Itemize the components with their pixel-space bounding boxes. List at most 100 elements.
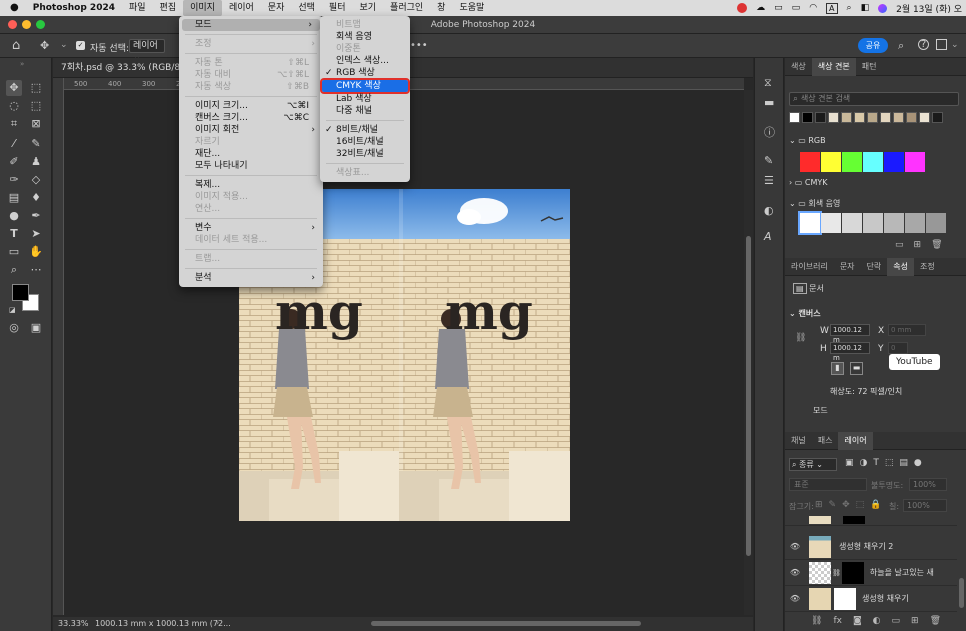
move-tool-icon[interactable]: ✥ bbox=[6, 80, 22, 96]
tab-character[interactable]: 문자 bbox=[834, 258, 861, 276]
menu-view[interactable]: 보기 bbox=[352, 0, 383, 16]
path-selection-tool-icon[interactable]: ➤ bbox=[28, 226, 44, 242]
color-swatch[interactable] bbox=[828, 112, 839, 123]
mode-menu-item[interactable]: 회색 음영 bbox=[320, 31, 410, 43]
layer-row-partial[interactable] bbox=[785, 514, 957, 526]
tab-libraries[interactable]: 라이브러리 bbox=[785, 258, 834, 276]
clock[interactable]: 2월 13일 (화) 오 bbox=[896, 2, 962, 15]
color-swatch[interactable] bbox=[821, 213, 841, 233]
lock-position-icon[interactable]: ✥ bbox=[842, 500, 850, 510]
swatch-group-rgb[interactable]: ⌄ ▭ RGB bbox=[789, 136, 826, 145]
image-menu-item[interactable]: 자동 톤 ⇧⌘L bbox=[179, 57, 323, 69]
shape-filter-icon[interactable]: ⬚ bbox=[885, 458, 894, 468]
color-swatch[interactable] bbox=[841, 112, 852, 123]
tab-paragraph[interactable]: 단락 bbox=[861, 258, 888, 276]
zoom-level[interactable]: 33.33% bbox=[58, 619, 89, 628]
mode-menu-item[interactable]: Lab 색상 bbox=[320, 93, 410, 105]
creative-cloud-icon[interactable]: ☁ bbox=[756, 3, 765, 13]
lock-artboard-icon[interactable]: ⬚ bbox=[856, 500, 865, 510]
battery-icon[interactable]: ▭ bbox=[792, 3, 801, 13]
image-menu-item[interactable]: 이미지 회전 › bbox=[179, 124, 323, 136]
glyphs-panel-icon[interactable]: A bbox=[764, 230, 772, 243]
object-select-tool-icon[interactable]: ⬚ bbox=[28, 98, 44, 114]
tab-layers[interactable]: 레이어 bbox=[838, 431, 873, 450]
control-center-icon[interactable]: ◧ bbox=[861, 3, 870, 13]
lock-transparent-icon[interactable]: ⊞ bbox=[815, 500, 823, 510]
color-swatch[interactable] bbox=[842, 152, 862, 172]
height-field[interactable]: 1000.12 m bbox=[830, 342, 870, 362]
screen-icon[interactable]: ▭ bbox=[774, 3, 783, 13]
eyedropper-tool-icon[interactable]: ⁄ bbox=[6, 136, 22, 152]
input-source[interactable]: A bbox=[826, 2, 838, 14]
mode-menu-item[interactable]: 이중톤 bbox=[320, 43, 410, 55]
menu-type[interactable]: 문자 bbox=[261, 0, 292, 16]
image-menu-item[interactable]: 데이터 세트 적용... bbox=[179, 234, 323, 246]
document-info-chevron-icon[interactable]: › bbox=[216, 618, 219, 627]
paths-panel-icon[interactable]: ◐ bbox=[764, 204, 774, 217]
swatch-group-cmyk[interactable]: › ▭ CMYK bbox=[789, 178, 827, 187]
new-layer-icon[interactable]: ⊞ bbox=[911, 616, 919, 626]
menu-app[interactable]: Photoshop 2024 bbox=[26, 0, 122, 16]
smart-object-filter-icon[interactable]: ▤ bbox=[899, 458, 908, 468]
layer-kind-filter[interactable]: ⌕ 종류 ⌄ bbox=[789, 458, 837, 471]
close-window-button[interactable] bbox=[8, 20, 17, 29]
image-menu-item[interactable]: 모두 나타내기 bbox=[179, 160, 323, 172]
blur-tool-icon[interactable]: ♦ bbox=[28, 190, 44, 206]
horizontal-scrollbar[interactable] bbox=[371, 621, 641, 626]
scroll-thumb[interactable] bbox=[746, 236, 751, 556]
image-menu-item[interactable]: 모드 › bbox=[182, 19, 320, 31]
eye-icon[interactable]: 👁 bbox=[785, 594, 805, 603]
marquee-tool-icon[interactable]: ⬚ bbox=[28, 80, 44, 96]
mode-menu-item[interactable]: 인덱스 색상... bbox=[320, 55, 410, 67]
type-tool-icon[interactable]: T bbox=[6, 226, 22, 242]
adjustments-panel-icon[interactable]: ☰ bbox=[764, 174, 774, 187]
blend-mode-dropdown[interactable]: 표준 bbox=[789, 478, 867, 491]
y-field[interactable]: 0 mm bbox=[888, 342, 908, 354]
history-panel-icon[interactable]: ⧖ bbox=[764, 76, 772, 90]
color-swatch[interactable] bbox=[863, 213, 883, 233]
menu-filter[interactable]: 필터 bbox=[322, 0, 353, 16]
color-swatch[interactable] bbox=[842, 213, 862, 233]
color-swatch[interactable] bbox=[884, 213, 904, 233]
auto-select-target-dropdown[interactable]: 레이어 ⌄ bbox=[129, 39, 165, 63]
more-options-button[interactable]: ••• bbox=[410, 40, 428, 51]
default-colors-icon[interactable]: ◪ bbox=[9, 306, 16, 314]
eye-icon[interactable]: 👁 bbox=[785, 568, 805, 577]
color-swatch[interactable] bbox=[893, 112, 904, 123]
layer-row[interactable]: 👁 ⛓ 하늘을 날고있는 새 bbox=[785, 560, 957, 586]
tab-color[interactable]: 색상 bbox=[785, 58, 812, 76]
trash-icon[interactable]: 🗑 bbox=[931, 240, 942, 250]
home-icon[interactable]: ⌂ bbox=[12, 38, 20, 53]
image-menu-item[interactable]: 자동 대비 ⌥⇧⌘L bbox=[179, 69, 323, 81]
clone-stamp-tool-icon[interactable]: ♟ bbox=[28, 154, 44, 170]
search-icon[interactable]: ⌕ bbox=[898, 39, 904, 53]
menu-layer[interactable]: 레이어 bbox=[222, 0, 261, 16]
color-swatch[interactable] bbox=[867, 112, 878, 123]
record-icon[interactable] bbox=[737, 3, 748, 13]
image-menu-item[interactable]: 분석 › bbox=[179, 272, 323, 284]
crop-tool-icon[interactable]: ⌗ bbox=[6, 116, 22, 132]
tool-preset-chevron-icon[interactable]: ⌄ bbox=[60, 40, 68, 50]
layer-name[interactable]: 생성형 채우기 2 bbox=[839, 541, 893, 552]
menu-image[interactable]: 이미지 bbox=[183, 0, 222, 16]
mode-menu-item[interactable]: 다중 채널 bbox=[320, 105, 410, 117]
canvas-vertical-scrollbar[interactable] bbox=[744, 90, 753, 615]
color-swatch[interactable] bbox=[789, 112, 800, 123]
image-menu-item[interactable]: 트랩... bbox=[179, 253, 323, 265]
eye-icon[interactable]: 👁 bbox=[785, 542, 805, 551]
lock-image-icon[interactable]: ✎ bbox=[829, 500, 837, 510]
healing-brush-tool-icon[interactable]: ✎ bbox=[28, 136, 44, 152]
workspace-chevron-icon[interactable]: ⌄ bbox=[951, 40, 959, 50]
color-swatch[interactable] bbox=[919, 112, 930, 123]
layer-name[interactable]: 생성형 채우기 bbox=[862, 593, 909, 604]
new-swatch-icon[interactable]: ⊞ bbox=[914, 240, 922, 250]
tab-adjustments[interactable]: 조정 bbox=[914, 258, 941, 276]
portrait-orientation-button[interactable]: ▮ bbox=[831, 362, 844, 375]
image-menu-item[interactable]: 재단... bbox=[179, 148, 323, 160]
image-menu-item[interactable]: 자동 색상 ⇧⌘B bbox=[179, 81, 323, 93]
adjustment-layer-icon[interactable]: ◐ bbox=[873, 616, 881, 626]
color-swatch[interactable] bbox=[821, 152, 841, 172]
image-menu-item[interactable]: 자르기 bbox=[179, 136, 323, 148]
fill-field[interactable]: 100% bbox=[903, 499, 947, 512]
frame-tool-icon[interactable]: ⊠ bbox=[28, 116, 44, 132]
